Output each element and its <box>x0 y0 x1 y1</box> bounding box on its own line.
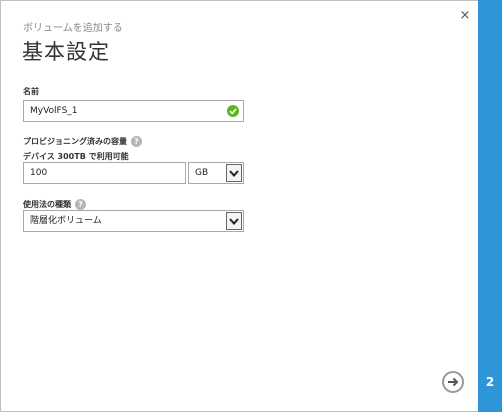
chevron-down-icon <box>226 164 242 182</box>
usage-label-row: 使用法の種類? <box>23 199 86 210</box>
wizard-step-sidebar: 2 <box>478 0 502 412</box>
chevron-down-icon <box>226 212 242 230</box>
unit-value: GB <box>195 168 209 178</box>
name-value: MyVolFS_1 <box>30 106 78 116</box>
name-field[interactable]: MyVolFS_1 <box>23 100 244 122</box>
dialog-subtitle: ボリュームを追加する <box>23 23 123 34</box>
page-title: 基本設定 <box>22 40 110 64</box>
capacity-help-icon[interactable]: ? <box>131 136 142 147</box>
capacity-label: プロビジョニング済みの容量 <box>23 137 127 146</box>
step-number: 2 <box>485 375 495 389</box>
close-icon[interactable]: × <box>458 9 472 23</box>
usage-label: 使用法の種類 <box>23 200 71 209</box>
usage-type-value: 階層化ボリューム <box>30 216 102 226</box>
valid-check-icon <box>227 105 239 117</box>
capacity-label-row: プロビジョニング済みの容量? <box>23 136 142 147</box>
usage-type-select[interactable]: 階層化ボリューム <box>23 210 244 232</box>
next-button[interactable] <box>442 371 464 393</box>
capacity-sublabel: デバイス 300TB で利用可能 <box>23 152 129 161</box>
usage-help-icon[interactable]: ? <box>75 199 86 210</box>
capacity-value: 100 <box>30 168 48 178</box>
name-label: 名前 <box>23 87 39 96</box>
capacity-input[interactable]: 100 <box>23 162 186 184</box>
unit-select[interactable]: GB <box>188 162 244 184</box>
